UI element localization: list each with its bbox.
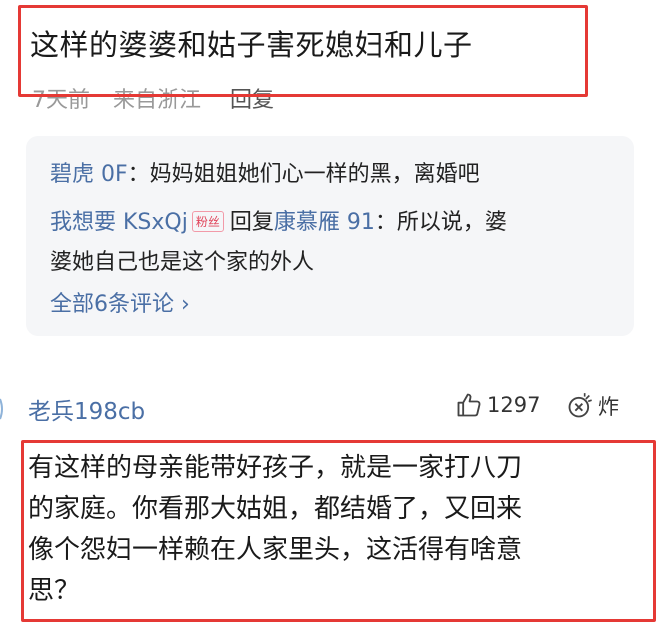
edge-decoration: [0, 398, 3, 420]
reply-username[interactable]: 我想要 KSxQj: [50, 210, 188, 235]
comment-location: 来自浙江: [113, 88, 202, 113]
reply-text: 妈妈姐姐她们心一样的黑，离婚吧: [149, 162, 480, 187]
comment-meta-1: 7天前 来自浙江 回复: [32, 82, 290, 114]
reply-text: 所以说，婆: [396, 210, 507, 235]
boom-icon: [568, 393, 592, 418]
reply-item-2[interactable]: 我想要 KSxQj 粉丝 回复康慕雁 91：所以说，婆: [50, 204, 507, 236]
comment-line: 思？: [28, 576, 81, 606]
comment-text-1: 这样的婆婆和姑子害死媳妇和儿子: [30, 28, 473, 62]
reply-button[interactable]: 回复: [230, 88, 274, 113]
view-all-comments-link[interactable]: 全部6条评论 ›: [50, 286, 190, 318]
comment-line: 有这样的母亲能带好孩子，就是一家打八刀: [28, 453, 523, 483]
comment-line: 的家庭。你看那大姑姐，都结婚了，又回来: [28, 494, 523, 524]
comment-time: 7天前: [32, 88, 90, 113]
boom-label: 炸: [598, 395, 619, 419]
boom-button[interactable]: 炸: [566, 391, 619, 421]
like-button[interactable]: 1297: [455, 391, 540, 419]
thumbs-up-icon: [457, 393, 481, 417]
reply-username[interactable]: 碧虎 0F: [50, 162, 128, 187]
comment-username-2[interactable]: 老兵198cb: [28, 392, 145, 426]
reply-text-continued: 婆她自己也是这个家的外人: [50, 250, 315, 275]
comment-line: 像个怨妇一样赖在人家里头，这活得有啥意: [28, 535, 523, 565]
reply-thread: 碧虎 0F：妈妈姐姐她们心一样的黑，离婚吧 我想要 KSxQj 粉丝 回复康慕雁 9…: [26, 136, 634, 336]
reply-item-1[interactable]: 碧虎 0F：妈妈姐姐她们心一样的黑，离婚吧: [50, 156, 480, 188]
reply-separator: ：: [374, 210, 397, 235]
reply-separator: ：: [127, 162, 150, 187]
comment-text-2: 有这样的母亲能带好孩子，就是一家打八刀 的家庭。你看那大姑姐，都结婚了，又回来 …: [28, 448, 648, 612]
like-count: 1297: [487, 393, 541, 417]
reply-prefix: 回复: [229, 210, 274, 235]
fan-badge: 粉丝: [191, 210, 224, 232]
reply-target-username[interactable]: 康慕雁 91: [274, 210, 375, 235]
